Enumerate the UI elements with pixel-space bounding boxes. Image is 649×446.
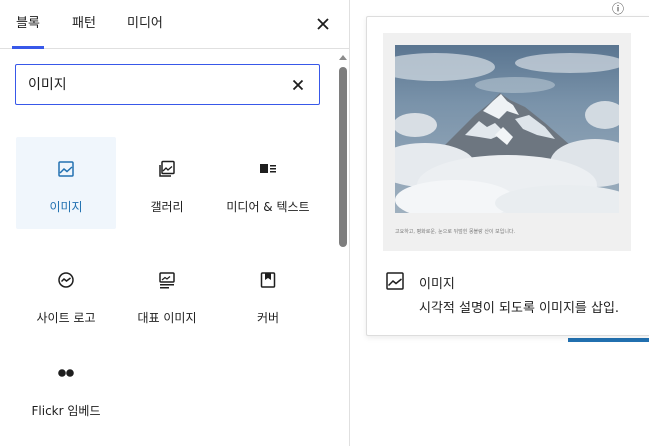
tab-patterns[interactable]: 패턴 [72, 0, 96, 48]
mountain-photo [395, 45, 619, 213]
block-cover[interactable]: 커버 [218, 248, 318, 340]
image-icon [58, 161, 74, 177]
block-preview-popover: 고요하고, 평화로운, 눈으로 뒤덮힌 몽블랑 산이 보입니다. 이미지 시각적… [366, 16, 649, 336]
block-featured-image[interactable]: 대표 이미지 [117, 248, 217, 340]
block-image[interactable]: 이미지 [16, 137, 116, 229]
featured-image-icon [159, 272, 175, 289]
close-icon [317, 18, 329, 30]
scrollbar[interactable] [337, 49, 349, 446]
scrollbar-thumb[interactable] [339, 67, 347, 247]
search-input[interactable] [28, 65, 278, 103]
preview-title: 이미지 [419, 277, 455, 292]
block-label: 사이트 로고 [36, 311, 96, 325]
block-site-logo[interactable]: 사이트 로고 [16, 248, 116, 340]
block-label: 이미지 [49, 200, 83, 214]
editor-glyph: ⓘ [612, 2, 625, 16]
block-label: 미디어 & 텍스트 [226, 200, 310, 214]
close-inserter-button[interactable] [311, 12, 335, 36]
search-field [15, 64, 320, 105]
image-caption: 고요하고, 평화로운, 눈으로 뒤덮힌 몽블랑 산이 보입니다. [395, 229, 516, 235]
block-preview-area: 고요하고, 평화로운, 눈으로 뒤덮힌 몽블랑 산이 보입니다. [383, 33, 631, 251]
editor-accent-bar [568, 338, 649, 342]
block-gallery[interactable]: 갤러리 [117, 137, 217, 229]
block-label: Flickr 임베드 [31, 404, 101, 418]
block-inserter-panel: 블록 패턴 미디어 이미지 갤러리 미디어 & 텍스트 사이트 로고 대표 이미… [0, 0, 350, 446]
block-label: 대표 이미지 [137, 311, 197, 325]
block-label: 커버 [256, 311, 280, 325]
tab-media[interactable]: 미디어 [127, 0, 163, 48]
cover-icon [260, 272, 276, 288]
image-icon [386, 272, 404, 290]
site-logo-icon [58, 272, 74, 288]
preview-description: 시각적 설명이 되도록 이미지를 삽입. [419, 301, 620, 316]
block-label: 갤러리 [150, 200, 184, 214]
close-icon [292, 79, 304, 91]
inserter-tabs: 블록 패턴 미디어 [0, 0, 349, 49]
media-text-icon [260, 164, 276, 173]
scroll-up-arrow-icon[interactable] [339, 55, 347, 60]
clear-search-button[interactable] [287, 74, 309, 96]
block-media-text[interactable]: 미디어 & 텍스트 [218, 137, 318, 229]
flickr-icon [58, 369, 74, 377]
tab-blocks[interactable]: 블록 [12, 0, 44, 49]
gallery-icon [159, 160, 175, 177]
block-flickr-embed[interactable]: Flickr 임베드 [16, 341, 116, 433]
